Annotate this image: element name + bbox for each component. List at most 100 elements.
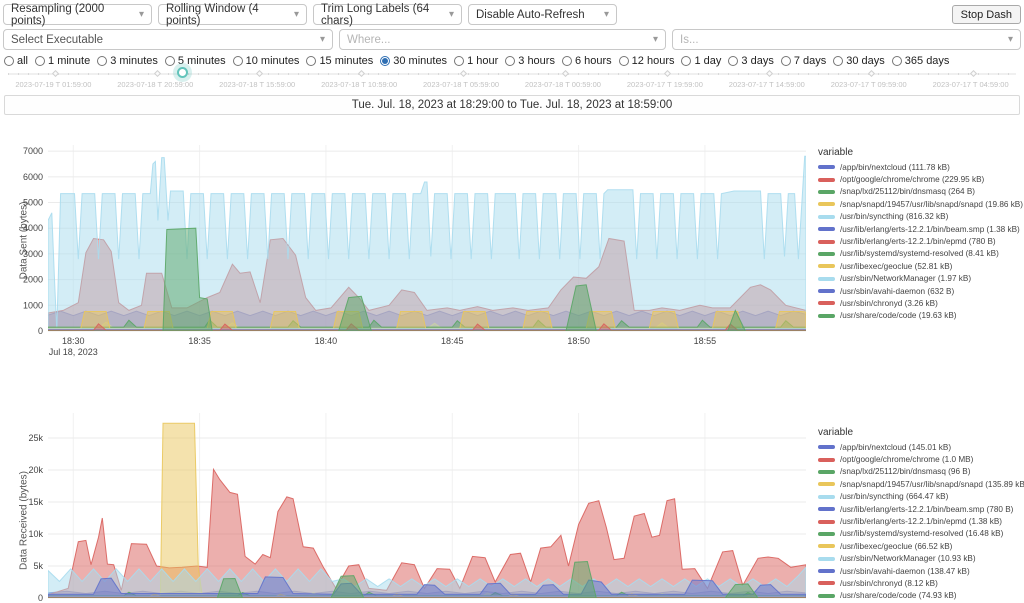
time-range-radio-30-minutes[interactable] [380,56,390,66]
legend-item[interactable]: /app/bin/nextcloud (111.78 kB) [818,161,1022,173]
chart-series[interactable] [48,156,806,331]
legend-item[interactable]: /snap/lxd/25112/bin/dnsmasq (264 B) [818,186,1022,198]
time-range-radio-365-days[interactable] [892,56,902,66]
trim-labels-dropdown[interactable]: Trim Long Labels (64 chars) ▾ [313,4,462,25]
legend-item[interactable]: /app/bin/nextcloud (145.01 kB) [818,441,1022,453]
legend-item[interactable]: /usr/sbin/chronyd (3.26 kB) [818,297,1022,309]
stop-dash-button[interactable]: Stop Dash [952,5,1021,24]
is-input[interactable] [680,34,980,46]
legend-item[interactable]: /usr/lib/erlang/erts-12.2.1/bin/epmd (1.… [818,515,1022,527]
time-range-radio-30-days[interactable] [833,56,843,66]
legend-label: /usr/sbin/avahi-daemon (138.47 kB) [840,567,970,576]
where-filter: ▾ [339,29,666,50]
slider-tick-mark [460,70,467,77]
time-range-radio-3-minutes[interactable] [97,56,107,66]
y-tick-label: 0 [38,593,43,603]
legend-item[interactable]: /usr/lib/systemd/systemd-resolved (8.41 … [818,248,1022,260]
slider-tick-mark [970,70,977,77]
legend-swatch [818,557,835,561]
legend-label: /snap/lxd/25112/bin/dnsmasq (264 B) [840,187,975,196]
legend-swatch [818,581,835,585]
chevron-down-icon: ▾ [1008,34,1013,45]
time-range-label: 1 minute [48,55,90,67]
time-range-radio-7-days[interactable] [781,56,791,66]
slider-handle[interactable] [177,67,188,78]
legend-swatch [818,277,835,281]
legend-swatch [818,594,835,598]
time-range-radio-12-hours[interactable] [619,56,629,66]
legend-label: /opt/google/chrome/chrome (1.0 MB) [840,455,973,464]
time-range-label: 365 days [905,55,950,67]
slider-tick-mark [154,70,161,77]
auto-refresh-dropdown[interactable]: Disable Auto-Refresh ▾ [468,4,617,25]
legend-item[interactable]: /usr/lib/erlang/erts-12.2.1/bin/beam.smp… [818,223,1022,235]
legend-item[interactable]: /usr/sbin/NetworkManager (10.93 kB) [818,553,1022,565]
time-range-radio-1-hour[interactable] [454,56,464,66]
legend-item[interactable]: /usr/bin/syncthing (816.32 kB) [818,211,1022,223]
time-range-option: 15 minutes [306,55,373,67]
rolling-window-dropdown[interactable]: Rolling Window (4 points) ▾ [158,4,307,25]
legend-label: /usr/sbin/avahi-daemon (632 B) [840,287,954,296]
time-range-radio-1-day[interactable] [681,56,691,66]
time-range-radio-5-minutes[interactable] [165,56,175,66]
legend-item[interactable]: /usr/sbin/chronyd (8.12 kB) [818,577,1022,589]
where-input[interactable] [347,34,627,46]
legend-label: /snap/snapd/19457/usr/lib/snapd/snapd (1… [840,480,1024,489]
chevron-down-icon: ▾ [320,34,325,45]
legend-item[interactable]: /usr/bin/syncthing (664.47 kB) [818,491,1022,503]
legend-item[interactable]: /usr/sbin/avahi-daemon (632 B) [818,285,1022,297]
legend-item[interactable]: /usr/sbin/NetworkManager (1.97 kB) [818,273,1022,285]
time-range-radio-all[interactable] [4,56,14,66]
legend-item[interactable]: /usr/libexec/geoclue (66.52 kB) [818,540,1022,552]
legend-label: /usr/lib/erlang/erts-12.2.1/bin/beam.smp… [840,225,1020,234]
time-range-radio-15-minutes[interactable] [306,56,316,66]
legend-item[interactable]: /usr/share/code/code (19.63 kB) [818,310,1022,322]
time-range-option: 6 hours [562,55,612,67]
time-range-radio-3-days[interactable] [728,56,738,66]
legend-item[interactable]: /opt/google/chrome/chrome (229.95 kB) [818,173,1022,185]
legend-item[interactable]: /usr/share/code/code (74.93 kB) [818,590,1022,602]
chevron-down-icon: ▾ [294,9,299,20]
x-axis-date-label: Jul 18, 2023 [49,347,98,357]
time-range-label: 3 days [741,55,773,67]
legend-label: /snap/snapd/19457/usr/lib/snapd/snapd (1… [840,200,1023,209]
y-tick-label: 3000 [23,249,43,259]
legend-item[interactable]: /usr/lib/erlang/erts-12.2.1/bin/beam.smp… [818,503,1022,515]
slider-tick-label: 2023-07-17 T 19:59:00 [627,80,703,89]
legend-item[interactable]: /usr/lib/erlang/erts-12.2.1/bin/epmd (78… [818,235,1022,247]
resampling-dropdown[interactable]: Resampling (2000 points) ▾ [3,4,152,25]
x-tick-label: 18:55 [694,336,717,346]
slider-tick-mark [52,70,59,77]
legend-swatch [818,264,835,268]
time-range-option: 3 hours [505,55,555,67]
y-tick-label: 2000 [23,275,43,285]
legend-label: /usr/libexec/geoclue (52.81 kB) [840,262,952,271]
time-range-radio-3-hours[interactable] [505,56,515,66]
legend-item[interactable]: /snap/snapd/19457/usr/lib/snapd/snapd (1… [818,198,1022,210]
legend-item[interactable]: /usr/lib/systemd/systemd-resolved (16.48… [818,528,1022,540]
data-received-plot[interactable]: 05k10k15k20k25k18:30Jul 18, 202318:3518:… [6,405,818,603]
data-sent-plot[interactable]: 0100020003000400050006000700018:30Jul 18… [6,125,818,361]
legend-swatch [818,190,835,194]
legend-title: variable [818,147,1022,158]
legend-item[interactable]: /usr/sbin/avahi-daemon (138.47 kB) [818,565,1022,577]
data-sent-legend: variable/app/bin/nextcloud (111.78 kB)/o… [818,147,1022,322]
legend-item[interactable]: /opt/google/chrome/chrome (1.0 MB) [818,453,1022,465]
legend-swatch [818,569,835,573]
select-executable-dropdown[interactable]: Select Executable ▾ [3,29,333,50]
legend-item[interactable]: /usr/libexec/geoclue (52.81 kB) [818,260,1022,272]
time-range-label: 15 minutes [319,55,373,67]
chevron-down-icon: ▾ [653,34,658,45]
legend-swatch [818,227,835,231]
legend-swatch [818,178,835,182]
time-range-radio-10-minutes[interactable] [233,56,243,66]
legend-item[interactable]: /snap/snapd/19457/usr/lib/snapd/snapd (1… [818,478,1022,490]
x-tick-label: 18:45 [441,336,464,346]
time-range-radio-6-hours[interactable] [562,56,572,66]
time-range-slider[interactable] [8,69,1016,79]
legend-label: /usr/bin/syncthing (816.32 kB) [840,212,948,221]
time-range-radio-1-minute[interactable] [35,56,45,66]
time-range-label: 1 day [694,55,721,67]
legend-item[interactable]: /snap/lxd/25112/bin/dnsmasq (96 B) [818,466,1022,478]
legend-label: /usr/lib/systemd/systemd-resolved (8.41 … [840,249,999,258]
